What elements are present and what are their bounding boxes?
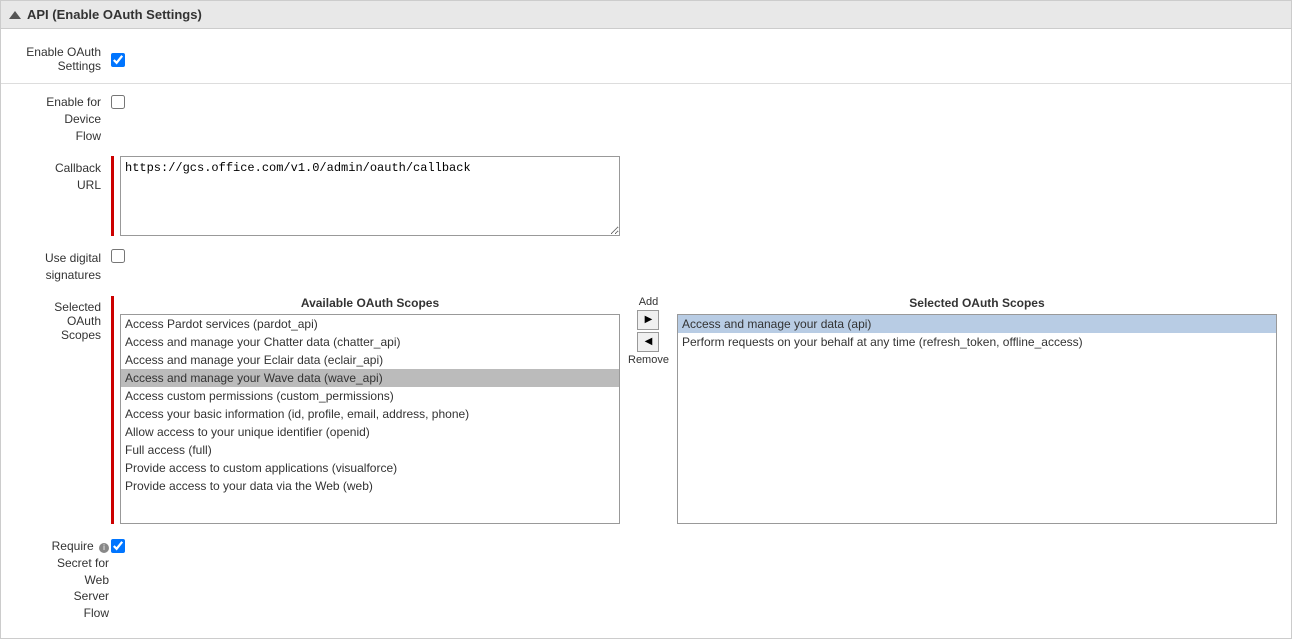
digital-signatures-checkbox[interactable] <box>111 249 125 263</box>
remove-button[interactable]: ◀ <box>637 332 659 352</box>
available-scopes-listbox[interactable]: Access Pardot services (pardot_api)Acces… <box>120 314 620 524</box>
collapse-icon <box>9 11 21 19</box>
available-scopes-container: Available OAuth Scopes Access Pardot ser… <box>120 296 620 524</box>
list-item[interactable]: Access your basic information (id, profi… <box>121 405 619 423</box>
list-item[interactable]: Allow access to your unique identifier (… <box>121 423 619 441</box>
enable-oauth-checkbox[interactable] <box>111 53 125 67</box>
callback-url-content: https://gcs.office.com/v1.0/admin/oauth/… <box>120 156 1281 236</box>
add-label: Add <box>639 296 659 308</box>
list-item[interactable]: Full access (full) <box>121 441 619 459</box>
list-item[interactable]: Access and manage your Chatter data (cha… <box>121 333 619 351</box>
required-bar <box>111 156 114 236</box>
form-body: Enable OAuth Settings Enable forDeviceFl… <box>0 29 1292 639</box>
list-item[interactable]: Provide access to your data via the Web … <box>121 477 619 495</box>
require-secret-row: Require i Secret forWebServerFlow <box>1 530 1291 628</box>
selected-scopes-container: Selected OAuth Scopes Access and manage … <box>677 296 1277 524</box>
list-item[interactable]: Access and manage your data (api) <box>678 315 1276 333</box>
require-secret-info-icon[interactable]: i <box>99 543 109 553</box>
remove-label: Remove <box>628 354 669 366</box>
device-flow-content <box>111 94 1281 109</box>
list-item[interactable]: Access Pardot services (pardot_api) <box>121 315 619 333</box>
require-secret-checkbox[interactable] <box>111 539 125 553</box>
require-secret-label-2: Secret forWebServerFlow <box>57 556 109 620</box>
digital-signatures-row: Use digitalsignatures <box>1 242 1291 290</box>
scopes-required-bar <box>111 296 114 524</box>
enable-oauth-row: Enable OAuth Settings <box>1 39 1291 79</box>
selected-scopes-header: Selected OAuth Scopes <box>909 296 1044 310</box>
add-button[interactable]: ▶ <box>637 310 659 330</box>
list-item[interactable]: Provide access to custom applications (v… <box>121 459 619 477</box>
section-title: API (Enable OAuth Settings) <box>27 7 202 22</box>
callback-url-textarea[interactable]: https://gcs.office.com/v1.0/admin/oauth/… <box>120 156 620 236</box>
selected-scopes-listbox[interactable]: Access and manage your data (api)Perform… <box>677 314 1277 524</box>
scopes-label: SelectedOAuthScopes <box>11 296 111 342</box>
require-secret-label: Require <box>52 539 94 553</box>
scopes-content: Available OAuth Scopes Access Pardot ser… <box>120 296 1281 524</box>
list-item[interactable]: Access and manage your Wave data (wave_a… <box>121 369 619 387</box>
digital-signatures-label: Use digitalsignatures <box>45 251 101 282</box>
require-secret-content <box>111 536 1281 553</box>
add-remove-buttons: Add ▶ ◀ Remove <box>620 296 677 366</box>
scopes-row: SelectedOAuthScopes Available OAuth Scop… <box>1 290 1291 530</box>
enable-oauth-label: Enable OAuth Settings <box>11 45 111 73</box>
callback-url-row: CallbackURL https://gcs.office.com/v1.0/… <box>1 150 1291 242</box>
list-item[interactable]: Access custom permissions (custom_permis… <box>121 387 619 405</box>
callback-url-label: CallbackURL <box>55 160 101 194</box>
list-item[interactable]: Access and manage your Eclair data (ecla… <box>121 351 619 369</box>
list-item[interactable]: Perform requests on your behalf at any t… <box>678 333 1276 351</box>
digital-signatures-content <box>111 248 1281 263</box>
available-scopes-header: Available OAuth Scopes <box>301 296 439 310</box>
section-header[interactable]: API (Enable OAuth Settings) <box>0 0 1292 29</box>
device-flow-checkbox[interactable] <box>111 95 125 109</box>
device-flow-label: Enable forDeviceFlow <box>46 95 101 143</box>
device-flow-row: Enable forDeviceFlow <box>1 88 1291 150</box>
